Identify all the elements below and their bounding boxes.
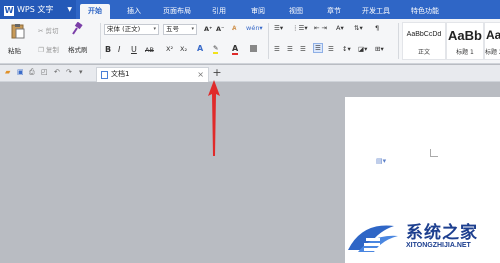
tab-chapter[interactable]: 章节 — [320, 4, 348, 19]
align-center-icon[interactable]: ☰ — [287, 45, 293, 53]
tab-insert[interactable]: 插入 — [120, 4, 148, 19]
tab-references[interactable]: 引用 — [205, 4, 233, 19]
grow-font-button[interactable]: A⁺ — [204, 25, 212, 33]
align-left-icon[interactable]: ☰ — [274, 45, 280, 53]
paste-icon[interactable] — [10, 23, 26, 41]
divider — [268, 23, 269, 59]
chinese-layout-icon[interactable]: A▾ — [336, 24, 344, 32]
distribute-icon[interactable]: ☰ — [328, 45, 334, 53]
superscript-button[interactable]: X² — [166, 45, 173, 53]
divider — [398, 23, 399, 59]
new-tab-button[interactable]: + — [211, 66, 223, 80]
borders-icon[interactable]: ⊞▾ — [375, 45, 384, 53]
bullets-icon[interactable]: ☰▾ — [274, 24, 283, 32]
italic-button[interactable]: I — [118, 45, 120, 54]
tab-view[interactable]: 视图 — [282, 4, 310, 19]
app-name: WPS 文字 — [17, 5, 54, 14]
wps-logo-icon: W — [4, 6, 14, 16]
watermark-logo-icon — [348, 225, 398, 252]
highlight-icon[interactable]: ✎ — [213, 44, 219, 54]
strikethrough-button[interactable]: AB — [145, 46, 154, 54]
cut-icon: ✂ — [38, 27, 44, 35]
numbering-icon[interactable]: ⋮☰▾ — [292, 24, 308, 32]
app-menu-button[interactable]: W WPS 文字 ▼ — [0, 0, 76, 19]
bold-button[interactable]: B — [105, 45, 111, 54]
style-normal[interactable]: AaBbCcDd 正文 — [402, 22, 446, 60]
cut-button[interactable]: ✂ 剪切 — [38, 25, 59, 35]
align-right-icon[interactable]: ☰ — [300, 45, 306, 53]
undo-icon[interactable]: ↶ — [54, 68, 60, 76]
watermark-url: XITONGZHIJIA.NET — [406, 242, 471, 249]
tab-developer[interactable]: 开发工具 — [356, 4, 396, 19]
underline-button[interactable]: U — [131, 45, 137, 54]
format-painter-icon[interactable] — [70, 21, 84, 38]
copy-button[interactable]: ❐ 复制 — [38, 44, 59, 54]
divider — [100, 23, 101, 59]
style-heading-2[interactable]: Aa 标题 2 — [484, 22, 500, 60]
pinyin-icon[interactable]: wén▾ — [246, 24, 263, 32]
save-icon[interactable]: ▣ — [17, 68, 24, 76]
watermark: 系统之家 XITONGZHIJIA.NET — [342, 212, 500, 260]
sort-icon[interactable]: ⇅▾ — [354, 24, 363, 32]
ribbon: 粘贴 ✂ 剪切 ❐ 复制 格式刷 宋体 (正文) 五号 A⁺ A⁻ A̷ wén… — [0, 19, 500, 64]
line-spacing-icon[interactable]: ↕▾ — [342, 45, 351, 53]
font-name-select[interactable]: 宋体 (正文) — [104, 24, 159, 35]
shading-para-icon[interactable]: ◪▾ — [358, 45, 367, 53]
subscript-button[interactable]: X₂ — [180, 45, 187, 53]
open-folder-icon[interactable]: ▰ — [5, 68, 10, 76]
close-icon[interactable]: × — [197, 68, 204, 81]
tab-page-layout[interactable]: 页面布局 — [157, 4, 197, 19]
document-icon — [101, 71, 108, 79]
tab-review[interactable]: 审阅 — [244, 4, 272, 19]
paste-button[interactable]: 粘贴 — [8, 45, 21, 55]
show-marks-icon[interactable]: ¶ — [375, 24, 379, 32]
chevron-down-icon: ▼ — [67, 6, 72, 13]
font-size-select[interactable]: 五号 — [163, 24, 197, 35]
text-effect-icon[interactable]: A — [197, 44, 203, 53]
clear-format-icon[interactable]: A̷ — [232, 24, 236, 32]
print-preview-icon[interactable]: ◰ — [41, 68, 48, 76]
paragraph-layout-icon[interactable]: ▤▾ — [376, 157, 386, 165]
redo-icon[interactable]: ↷ — [66, 68, 72, 76]
red-arrow-icon — [208, 80, 220, 156]
tab-special[interactable]: 特色功能 — [405, 4, 445, 19]
indent-icon[interactable]: ⇤ ⇥ — [314, 24, 327, 32]
shrink-font-button[interactable]: A⁻ — [216, 25, 224, 33]
copy-icon: ❐ — [38, 46, 44, 54]
tab-document[interactable]: 文档1 × — [96, 67, 209, 82]
shading-icon[interactable] — [250, 45, 257, 54]
font-color-icon[interactable]: A — [232, 44, 239, 55]
watermark-title: 系统之家 — [406, 223, 478, 243]
quick-access-more-icon[interactable]: ▾ — [79, 68, 83, 76]
print-icon[interactable]: ⎙ — [29, 68, 35, 77]
style-heading-1[interactable]: AaBb 标题 1 — [446, 22, 484, 60]
format-painter-button[interactable]: 格式刷 — [68, 44, 88, 54]
justify-icon[interactable]: ☰ — [313, 43, 323, 53]
document-tab-label: 文档1 — [111, 70, 130, 78]
margin-corner-mark — [430, 149, 438, 157]
menu-bar: W WPS 文字 ▼ 开始 插入 页面布局 引用 审阅 视图 章节 开发工具 特色… — [0, 0, 500, 19]
document-tab-strip: ▰ ▣ ⎙ ◰ ↶ ↷ ▾ 文档1 × + — [0, 65, 500, 82]
tab-start[interactable]: 开始 — [80, 4, 110, 19]
